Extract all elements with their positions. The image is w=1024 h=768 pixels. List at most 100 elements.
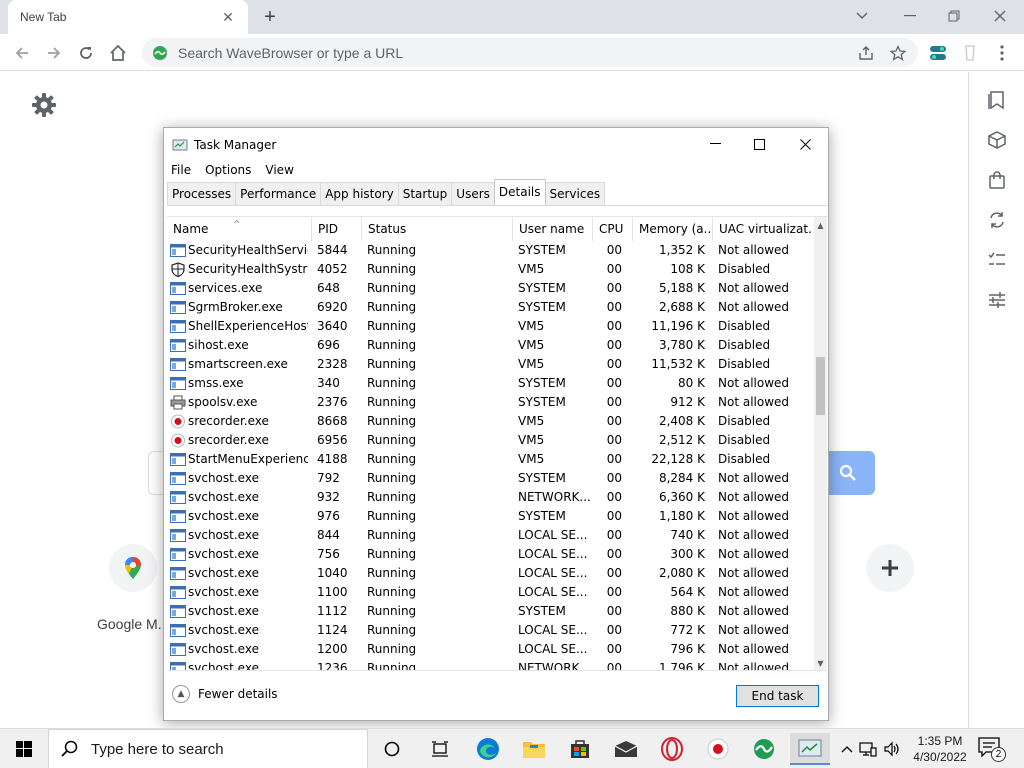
shopping-bag-icon[interactable] [985,168,1009,192]
tab-search-icon[interactable] [840,4,884,28]
scroll-thumb[interactable] [816,357,825,415]
table-row[interactable]: svchost.exe 792 Running SYSTEM 00 8,284 K Not … [167,469,813,488]
reload-icon[interactable] [72,39,100,67]
table-row[interactable]: ShellExperienceHost.... 3640 Running VM5 00 1… [167,317,813,336]
close-tab-icon[interactable]: ✕ [220,9,236,25]
scroll-down-icon[interactable]: ▼ [814,657,827,670]
column-user-name[interactable]: User name [513,217,593,241]
menu-view[interactable]: View [258,160,300,180]
process-status: Running [367,490,417,504]
package-icon[interactable] [985,128,1009,152]
table-row[interactable]: svchost.exe 976 Running SYSTEM 00 1,180 K Not … [167,507,813,526]
start-button[interactable] [0,729,48,768]
opera-icon[interactable] [652,733,692,765]
new-tab-button[interactable]: + [258,5,282,29]
table-row[interactable]: svchost.exe 1112 Running SYSTEM 00 880 K Not a… [167,602,813,621]
network-icon[interactable] [856,741,880,757]
tab-processes[interactable]: Processes [167,182,237,205]
taskbar-clock[interactable]: 1:35 PM 4/30/2022 [905,733,975,765]
tab-startup[interactable]: Startup [397,182,453,205]
table-row[interactable]: svchost.exe 1124 Running LOCAL SE... 00 772 K… [167,621,813,640]
store-icon[interactable] [560,733,600,765]
table-row[interactable]: srecorder.exe 8668 Running VM5 00 2,408 K Disa… [167,412,813,431]
tm-minimize-icon[interactable] [692,130,738,158]
table-row[interactable]: svchost.exe 932 Running NETWORK... 00 6,360 K… [167,488,813,507]
table-row[interactable]: smartscreen.exe 2328 Running VM5 00 11,532 K D… [167,355,813,374]
tab-app-history[interactable]: App history [320,182,399,205]
fewer-details-button[interactable]: ▲ Fewer details [172,685,278,703]
vertical-scrollbar[interactable]: ▲ ▼ [814,217,827,670]
mail-icon[interactable] [606,733,646,765]
tab-details[interactable]: Details [493,179,546,204]
end-task-button[interactable]: End task [736,685,819,707]
process-pid: 6920 [317,300,348,314]
customize-gear-icon[interactable] [30,91,58,119]
table-row[interactable]: srecorder.exe 6956 Running VM5 00 2,512 K Disa… [167,431,813,450]
sliders-icon[interactable] [985,288,1009,312]
bookmark-star-icon[interactable] [890,44,906,61]
address-bar[interactable]: Search WaveBrowser or type a URL [142,38,918,67]
window-icon [170,623,186,638]
back-icon[interactable] [8,39,36,67]
column-pid[interactable]: PID [312,217,362,241]
table-row[interactable]: smss.exe 340 Running SYSTEM 00 80 K Not allowe… [167,374,813,393]
restore-icon[interactable] [932,4,976,28]
process-cpu: 00 [606,528,622,542]
bookmarks-panel-icon[interactable] [985,88,1009,112]
minimize-icon[interactable] [888,4,932,28]
table-row[interactable]: spoolsv.exe 2376 Running SYSTEM 00 912 K Not a… [167,393,813,412]
table-row[interactable]: svchost.exe 1236 Running NETWORK... 00 1,796 … [167,659,813,670]
task-manager-taskbar-icon[interactable] [790,733,830,765]
table-row[interactable]: SgrmBroker.exe 6920 Running SYSTEM 00 2,688 K… [167,298,813,317]
extension-icon[interactable] [924,39,952,67]
table-row[interactable]: svchost.exe 844 Running LOCAL SE... 00 740 K N… [167,526,813,545]
column-uac[interactable]: UAC virtualizat... [713,217,813,241]
process-memory: 2,512 K [658,433,705,447]
screen-recorder-icon[interactable] [698,733,738,765]
forward-icon[interactable] [40,39,68,67]
scroll-up-icon[interactable]: ▲ [814,219,827,232]
table-row[interactable]: svchost.exe 1040 Running LOCAL SE... 00 2,080… [167,564,813,583]
share-icon[interactable] [858,45,874,61]
tab-users[interactable]: Users [451,182,495,205]
timeline-icon[interactable] [420,733,460,765]
table-row[interactable]: svchost.exe 756 Running LOCAL SE... 00 300 K N… [167,545,813,564]
column-memory[interactable]: Memory (a... [633,217,713,241]
table-row[interactable]: sihost.exe 696 Running VM5 00 3,780 K Disabled [167,336,813,355]
browser-tab[interactable]: New Tab ✕ [8,0,248,34]
process-user: SYSTEM [518,509,566,523]
volume-icon[interactable] [880,741,904,757]
taskbar-search-box[interactable]: Type here to search [48,729,368,768]
table-row[interactable]: svchost.exe 1100 Running LOCAL SE... 00 564 K… [167,583,813,602]
menu-icon[interactable] [988,39,1016,67]
close-window-icon[interactable] [978,4,1022,28]
profile-icon[interactable] [956,39,984,67]
process-uac: Disabled [718,319,771,333]
file-explorer-icon[interactable] [514,733,554,765]
shortcut-google-maps[interactable] [109,544,157,592]
task-view-icon[interactable] [372,733,412,765]
tray-overflow-icon[interactable] [838,745,856,753]
tm-close-icon[interactable] [782,130,828,158]
tab-performance[interactable]: Performance [235,182,322,205]
column-name[interactable]: Name ^ [167,217,312,241]
column-status[interactable]: Status [362,217,513,241]
sync-icon[interactable] [985,208,1009,232]
tab-services[interactable]: Services [544,182,606,205]
home-icon[interactable] [104,39,132,67]
menu-options[interactable]: Options [198,160,258,180]
table-row[interactable]: SecurityHealthServic... 5844 Running SYSTEM… [167,241,813,260]
table-row[interactable]: svchost.exe 1200 Running LOCAL SE... 00 796 K… [167,640,813,659]
checklist-icon[interactable] [985,248,1009,272]
add-shortcut-button[interactable] [866,544,914,592]
wavebrowser-taskbar-icon[interactable] [744,733,784,765]
menu-file[interactable]: File [164,160,198,180]
edge-icon[interactable] [468,733,508,765]
tm-maximize-icon[interactable] [736,130,782,158]
table-row[interactable]: StartMenuExperienc... 4188 Running VM5 00 22,… [167,450,813,469]
process-user: SYSTEM [518,300,566,314]
table-row[interactable]: SecurityHealthSystra... 4052 Running VM5 00 1… [167,260,813,279]
column-cpu[interactable]: CPU [593,217,633,241]
notification-center-icon[interactable]: 2 [978,737,1006,762]
table-row[interactable]: services.exe 648 Running SYSTEM 00 5,188 K Not… [167,279,813,298]
